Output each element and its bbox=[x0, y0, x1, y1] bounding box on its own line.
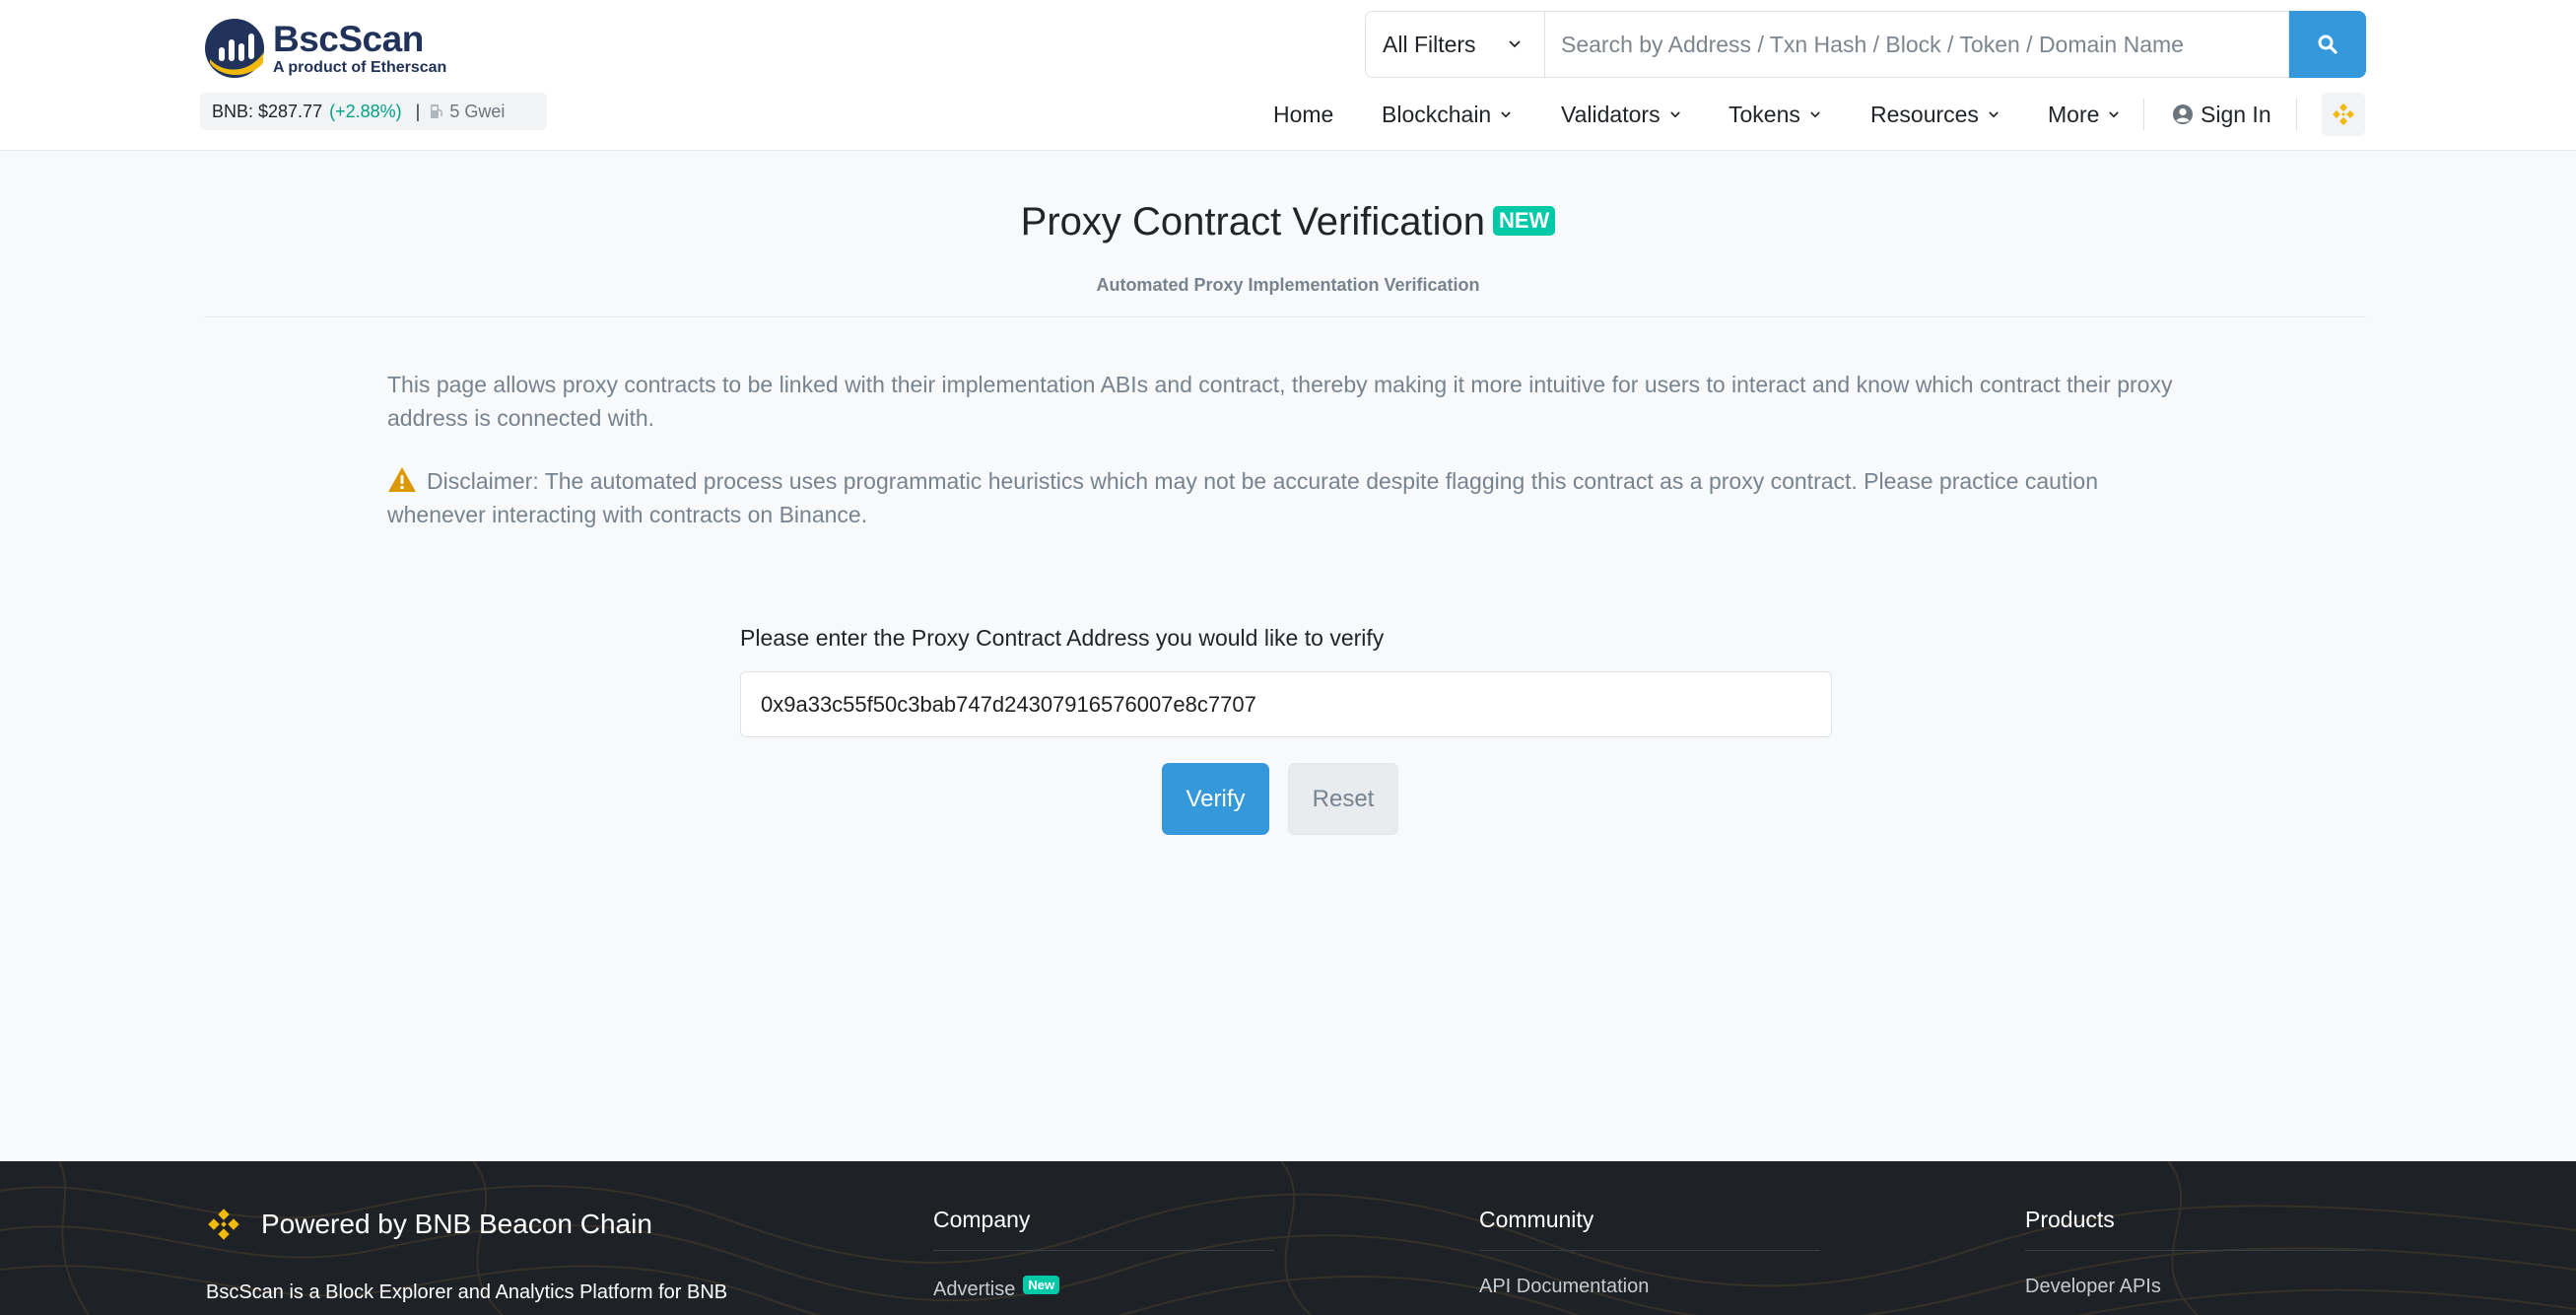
footer-col-title: Company bbox=[933, 1207, 1031, 1232]
intro-text: This page allows proxy contracts to be l… bbox=[387, 372, 2173, 431]
nav-blockchain[interactable]: Blockchain bbox=[1382, 93, 1511, 136]
nav-blockchain-label: Blockchain bbox=[1382, 101, 1492, 127]
chevron-down-icon bbox=[2109, 110, 2120, 117]
gas-pump-icon bbox=[431, 104, 443, 118]
title-divider bbox=[204, 316, 2366, 317]
nav-divider bbox=[2296, 99, 2297, 130]
nav-home[interactable]: Home bbox=[1273, 93, 1333, 136]
site-footer: Powered by BNB Beacon Chain BscScan is a… bbox=[0, 1161, 2576, 1315]
network-switch-button[interactable] bbox=[2322, 93, 2365, 136]
search-icon bbox=[2318, 35, 2338, 54]
footer-col-company: Company bbox=[933, 1207, 1030, 1233]
filter-label: All Filters bbox=[1383, 31, 1476, 57]
chevron-down-icon bbox=[1509, 40, 1521, 48]
site-header: BscScan A product of Etherscan BNB: $287… bbox=[0, 0, 2576, 151]
page-subtitle: Automated Proxy Implementation Verificat… bbox=[1096, 275, 1480, 295]
price-ticker: BNB: $287.77 (+2.88%) | 5 Gwei bbox=[200, 93, 547, 130]
nav-home-label: Home bbox=[1273, 101, 1334, 127]
nav-more-label: More bbox=[2048, 101, 2100, 127]
footer-col-community: Community bbox=[1479, 1207, 1593, 1233]
footer-brand-text: Powered by BNB Beacon Chain bbox=[261, 1209, 652, 1239]
nav-more[interactable]: More bbox=[2048, 93, 2120, 136]
price-change: (+2.88%) bbox=[329, 101, 402, 121]
bnb-icon bbox=[208, 1209, 239, 1240]
nav-tokens[interactable]: Tokens bbox=[1729, 93, 1820, 136]
logo-subtitle: A product of Etherscan bbox=[273, 58, 447, 76]
footer-link-api-docs[interactable]: API Documentation bbox=[1479, 1276, 1649, 1298]
address-field-label: Please enter the Proxy Contract Address … bbox=[740, 625, 1385, 651]
footer-link-label: API Documentation bbox=[1479, 1276, 1650, 1297]
footer-col-divider bbox=[2025, 1250, 2366, 1251]
footer-link-developer-apis[interactable]: Developer APIs bbox=[2025, 1276, 2161, 1298]
chevron-down-icon bbox=[1669, 110, 1680, 117]
logo-title: BscScan bbox=[273, 18, 424, 59]
nav-resources[interactable]: Resources bbox=[1870, 93, 1999, 136]
chevron-down-icon bbox=[1989, 110, 1999, 117]
footer-link-label: Developer APIs bbox=[2025, 1276, 2161, 1297]
disclaimer-body: Disclaimer: The automated process uses p… bbox=[387, 468, 2098, 527]
gas-price[interactable]: 5 Gwei bbox=[430, 102, 505, 122]
gas-value: 5 Gwei bbox=[449, 101, 506, 121]
search-bar: All Filters bbox=[1365, 11, 2366, 78]
search-input[interactable] bbox=[1544, 11, 2289, 78]
nav-resources-label: Resources bbox=[1870, 101, 1979, 127]
footer-link-label: Advertise bbox=[933, 1279, 1016, 1300]
nav-validators[interactable]: Validators bbox=[1561, 93, 1680, 136]
ticker-separator: | bbox=[415, 101, 421, 121]
page-title: Proxy Contract Verification bbox=[1020, 200, 1485, 243]
footer-link-advertise[interactable]: Advertise New bbox=[933, 1276, 1060, 1301]
footer-brand: Powered by BNB Beacon Chain bbox=[204, 1205, 652, 1244]
new-badge: NEW bbox=[1492, 206, 1556, 236]
sign-in-link[interactable]: Sign In bbox=[2172, 93, 2271, 136]
disclaimer-text: Disclaimer: The automated process uses p… bbox=[387, 464, 2181, 531]
footer-col-products: Products bbox=[2025, 1207, 2115, 1233]
footer-col-title: Products bbox=[2025, 1207, 2115, 1232]
footer-col-divider bbox=[1479, 1250, 1820, 1251]
new-badge: New bbox=[1023, 1276, 1060, 1294]
sign-in-label: Sign In bbox=[2201, 101, 2271, 127]
footer-col-title: Community bbox=[1479, 1207, 1594, 1232]
bnb-price: BNB: $287.77 bbox=[212, 101, 323, 121]
chevron-down-icon bbox=[1810, 110, 1820, 117]
bscscan-logo-icon bbox=[205, 19, 264, 78]
nav-divider bbox=[2143, 99, 2144, 130]
verify-button[interactable]: Verify bbox=[1162, 763, 1269, 835]
warning-icon bbox=[388, 467, 416, 492]
bscscan-logo[interactable]: BscScan A product of Etherscan bbox=[204, 18, 446, 79]
filter-dropdown[interactable]: All Filters bbox=[1365, 11, 1544, 78]
bnb-icon bbox=[2333, 104, 2354, 125]
search-button[interactable] bbox=[2289, 11, 2366, 78]
footer-col-divider bbox=[933, 1250, 1274, 1251]
chevron-down-icon bbox=[1501, 110, 1511, 117]
page-title-row: Proxy Contract Verification NEW bbox=[0, 200, 2576, 244]
footer-description: BscScan is a Block Explorer and Analytic… bbox=[206, 1281, 728, 1303]
reset-button[interactable]: Reset bbox=[1288, 763, 1398, 835]
proxy-address-input[interactable] bbox=[740, 671, 1832, 737]
nav-validators-label: Validators bbox=[1561, 101, 1661, 127]
user-circle-icon bbox=[2173, 104, 2193, 124]
nav-tokens-label: Tokens bbox=[1729, 101, 1800, 127]
